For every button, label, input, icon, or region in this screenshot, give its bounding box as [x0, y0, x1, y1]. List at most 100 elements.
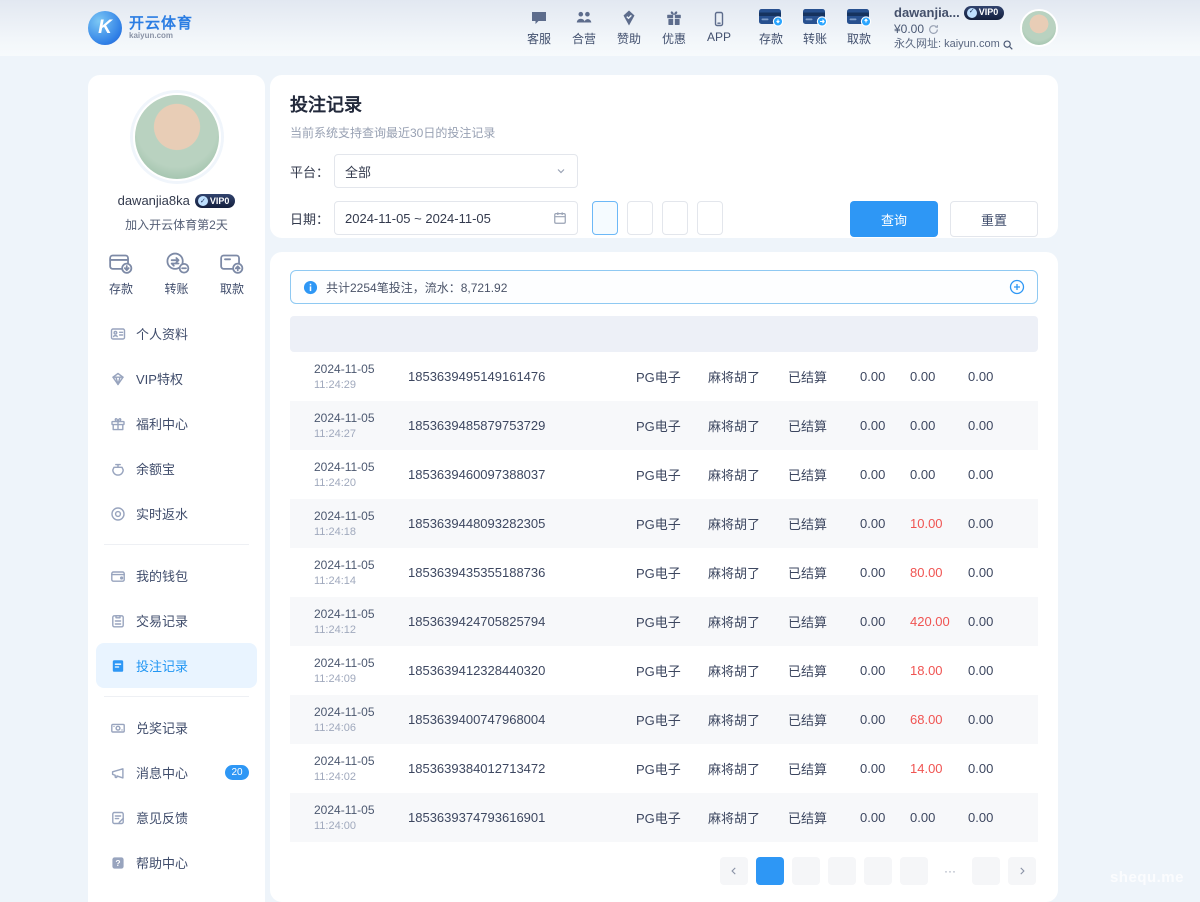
reset-button[interactable]: 重置	[950, 201, 1038, 237]
sidebar-menu-item[interactable]: 个人资料	[88, 311, 265, 356]
page-button[interactable]	[756, 857, 784, 885]
platform-selected-value: 全部	[345, 162, 371, 181]
sidebar-menu-item[interactable]: 余额宝	[88, 446, 265, 491]
vip-shield-icon: ✓	[967, 8, 977, 18]
unread-count-badge: 20	[225, 765, 249, 780]
sidebar-menu-item[interactable]: 兑奖记录	[88, 705, 265, 750]
quick-range-button[interactable]	[662, 201, 688, 235]
partners-icon	[575, 9, 593, 27]
sidebar-menu-item[interactable]: ? 帮助中心	[88, 840, 265, 885]
sidebar-menu-item[interactable]: VIP特权	[88, 356, 265, 401]
sidebar-quick-actions: 存款 转账 取款	[88, 251, 265, 297]
watermark-text: shequ.me	[1110, 869, 1184, 886]
table-body: 2024-11-0511:24:29 1853639495149161476 P…	[290, 352, 1038, 842]
topbar-link[interactable]: 客服	[524, 9, 554, 47]
deposit-outline-icon	[108, 251, 134, 274]
sidebar-menu-item[interactable]: 福利中心	[88, 401, 265, 446]
deposit-card-icon	[758, 9, 784, 27]
platform-select[interactable]: 全部	[334, 154, 578, 188]
topbar-wallet-links: 存款 转账 取款	[756, 9, 874, 47]
topbar-link[interactable]: 转账	[800, 9, 830, 47]
page-button[interactable]	[828, 857, 856, 885]
date-label: 日期：	[290, 209, 334, 228]
page-ellipsis: ···	[936, 857, 964, 885]
next-page-button[interactable]	[1008, 857, 1036, 885]
platform-label: 平台：	[290, 162, 334, 181]
search-button[interactable]: 查询	[850, 201, 938, 237]
column-header	[782, 316, 854, 352]
service-chat-icon	[530, 9, 548, 27]
topbar-link[interactable]: 取款	[844, 9, 874, 47]
sidebar-menu-item[interactable]: 投注记录	[96, 643, 257, 688]
sidebar-menu-item[interactable]: 交易记录	[88, 598, 265, 643]
sidebar-menu-item[interactable]: 实时返水	[88, 491, 265, 536]
feedback-icon	[110, 810, 126, 826]
prev-page-button[interactable]	[720, 857, 748, 885]
page-button[interactable]	[792, 857, 820, 885]
wallet-icon	[110, 568, 126, 584]
benefits-gift-icon	[110, 416, 126, 432]
sidebar-quick-action[interactable]: 存款	[108, 251, 134, 297]
search-url-icon[interactable]	[1002, 39, 1014, 51]
page-subtitle: 当前系统支持查询最近30日的投注记录	[290, 124, 1038, 141]
refresh-balance-icon[interactable]	[928, 24, 939, 35]
sidebar-quick-action[interactable]: 转账	[164, 251, 190, 297]
quick-range-button[interactable]	[592, 201, 618, 235]
transfer-outline-icon	[164, 251, 190, 274]
app-phone-icon	[711, 9, 727, 27]
user-avatar-large[interactable]	[133, 93, 221, 181]
summary-bar: 共计2254笔投注，流水：8,721.92	[290, 270, 1038, 304]
page-button[interactable]	[972, 857, 1000, 885]
site-logo[interactable]: K 开云体育 kaiyun.com	[88, 11, 193, 45]
promo-gift-icon	[665, 9, 683, 27]
table-row: 2024-11-0511:24:00 1853639374793616901 P…	[290, 793, 1038, 842]
vip-badge: ✓VIP0	[964, 6, 1005, 20]
sidebar-username: dawanjia8ka	[118, 193, 190, 208]
table-row: 2024-11-0511:24:14 1853639435355188736 P…	[290, 548, 1038, 597]
transfer-card-icon	[802, 9, 828, 27]
page-button[interactable]	[900, 857, 928, 885]
sidebar-menu-item[interactable]: 意见反馈	[88, 795, 265, 840]
page-button[interactable]	[864, 857, 892, 885]
column-header	[962, 316, 1038, 352]
page-number-buttons: ···	[756, 857, 1000, 885]
page-title: 投注记录	[290, 91, 1038, 117]
quick-range-button[interactable]	[627, 201, 653, 235]
id-card-icon	[110, 326, 126, 342]
topbar-link[interactable]: 优惠	[659, 9, 689, 47]
sidebar-menu: 个人资料 VIP特权 福利中心 余额宝 实时返水 我的钱包 交易记录 投注记录 …	[88, 311, 265, 885]
prize-records-icon	[110, 720, 126, 736]
topbar: K 开云体育 kaiyun.com 客服 合营 赞助 优惠 APP 存款	[0, 0, 1200, 56]
help-center-icon: ?	[110, 855, 126, 871]
date-range-value: 2024-11-05 ~ 2024-11-05	[345, 211, 491, 226]
topbar-link[interactable]: 合营	[569, 9, 599, 47]
chevron-down-icon	[555, 165, 567, 177]
topbar-link[interactable]: 存款	[756, 9, 786, 47]
sidebar-quick-action[interactable]: 取款	[219, 251, 245, 297]
vip-shield-icon: ✓	[198, 196, 208, 206]
svg-text:?: ?	[115, 858, 120, 868]
join-days-text: 加入开云体育第2天	[88, 216, 265, 233]
topbar-user-block[interactable]: dawanjia... ✓VIP0 ¥0.00 永久网址: kaiyun.com	[894, 5, 1012, 52]
topbar-link[interactable]: 赞助	[614, 9, 644, 47]
sidebar-vip-badge: ✓VIP0	[195, 194, 236, 208]
column-header	[630, 316, 702, 352]
menu-divider	[104, 544, 249, 545]
balance-amount: ¥0.00	[894, 22, 924, 37]
sidebar-menu-item[interactable]: 我的钱包	[88, 553, 265, 598]
withdraw-card-icon	[846, 9, 872, 27]
date-range-input[interactable]: 2024-11-05 ~ 2024-11-05	[334, 201, 578, 235]
column-header	[402, 316, 630, 352]
user-avatar-small[interactable]	[1020, 9, 1058, 47]
table-row: 2024-11-0511:24:02 1853639384012713472 P…	[290, 744, 1038, 793]
transactions-icon	[110, 613, 126, 629]
sidebar-menu-item[interactable]: 消息中心 20	[88, 750, 265, 795]
quick-range-button[interactable]	[697, 201, 723, 235]
table-row: 2024-11-0511:24:06 1853639400747968004 P…	[290, 695, 1038, 744]
table-header-row	[290, 316, 1038, 352]
expand-plus-icon[interactable]	[1009, 279, 1025, 295]
calendar-icon	[553, 211, 567, 225]
topbar-link[interactable]: APP	[704, 9, 734, 47]
vip-gem-icon	[110, 371, 126, 387]
pagination: ···	[290, 857, 1038, 885]
